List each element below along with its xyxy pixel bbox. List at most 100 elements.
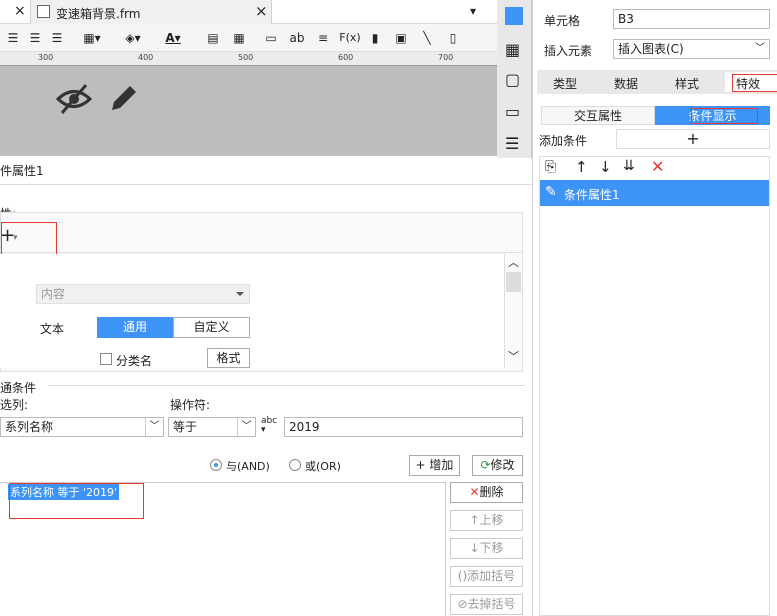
- cell-input[interactable]: B3: [613, 9, 770, 29]
- copy-icon[interactable]: ⎘: [545, 159, 556, 175]
- formula-icon[interactable]: F(x): [338, 28, 362, 48]
- delete-button[interactable]: ✕删除: [450, 482, 523, 503]
- tab-menu-icon[interactable]: ▾: [470, 4, 476, 18]
- vertical-toolbar: ▦ ▢ ▭ ☰: [497, 0, 532, 160]
- arrow-up-icon[interactable]: ↑: [575, 158, 588, 176]
- panel-title: 件属性1: [0, 164, 44, 178]
- chevron-down-icon[interactable]: ﹀: [755, 40, 765, 58]
- remove-paren-label: 去掉括号: [467, 597, 516, 611]
- arrow-down-icon: ↓: [469, 541, 480, 555]
- chevron-down-icon[interactable]: ﹀: [145, 418, 163, 436]
- list-icon[interactable]: ☰: [505, 134, 519, 153]
- text-icon[interactable]: ab: [287, 28, 307, 48]
- paren-icon: (): [457, 569, 468, 583]
- tab-type[interactable]: 类型: [553, 75, 577, 92]
- split-icon[interactable]: ▭: [262, 28, 280, 48]
- tab-style[interactable]: 样式: [675, 75, 699, 92]
- align-left-icon[interactable]: ☰: [4, 28, 22, 48]
- font-color-icon[interactable]: A▾: [158, 28, 188, 48]
- insert-select[interactable]: 插入图表(C) ﹀: [613, 39, 770, 59]
- condition-title: 通条件: [0, 381, 37, 395]
- plus-icon: +: [415, 458, 430, 472]
- align-center-icon[interactable]: ☰: [26, 28, 44, 48]
- image-icon[interactable]: ▣: [392, 28, 410, 48]
- list-item-label: 条件属性1: [564, 188, 620, 202]
- add-cond-label: 添加条件: [539, 134, 588, 148]
- property-sidebar: 单元格 B3 插入元素 插入图表(C) ﹀ 类型 数据 样式 特效 交互属性 条…: [532, 0, 777, 616]
- list-item-selected[interactable]: ✎ 条件属性1: [540, 180, 769, 206]
- table-icon[interactable]: ▦: [230, 28, 248, 48]
- delete-icon[interactable]: ✕: [651, 157, 664, 176]
- content-select[interactable]: 内容: [36, 284, 250, 304]
- operator-select[interactable]: 等于 ﹀: [168, 417, 256, 437]
- cell-label: 单元格: [544, 14, 581, 28]
- ruler-tick: 700: [438, 53, 454, 62]
- add-paren-button[interactable]: ()添加括号: [450, 566, 523, 587]
- paragraph-icon[interactable]: ≡: [314, 28, 332, 48]
- form-file-icon: [37, 5, 50, 18]
- modify-button-label: 修改: [490, 458, 515, 472]
- chevron-down-icon[interactable]: ﹀: [237, 418, 255, 436]
- close-icon[interactable]: ×: [14, 3, 26, 19]
- remove-paren-button[interactable]: ⊘去掉括号: [450, 594, 523, 615]
- highlight-box: [9, 483, 144, 519]
- arrow-up-icon: ↑: [469, 513, 480, 527]
- merge-icon[interactable]: ▤: [204, 28, 222, 48]
- operator-select-value: 等于: [173, 420, 198, 434]
- format-button[interactable]: 格式: [207, 348, 250, 368]
- subtab-interaction[interactable]: 交互属性: [541, 106, 655, 125]
- add-paren-label: 添加括号: [467, 569, 516, 583]
- tab-data[interactable]: 数据: [614, 75, 638, 92]
- move-down-button[interactable]: ↓下移: [450, 538, 523, 559]
- scroll-thumb[interactable]: [506, 272, 521, 292]
- and-radio[interactable]: [210, 459, 222, 471]
- move-bottom-icon[interactable]: ⇊: [623, 158, 635, 174]
- content-select-value: 内容: [41, 287, 66, 301]
- attr-content: [0, 254, 504, 368]
- file-tab-label: 变速箱背景.frm: [56, 7, 141, 21]
- value-input[interactable]: 2019: [284, 417, 523, 437]
- design-canvas[interactable]: [0, 66, 497, 156]
- condition-attr-list: [539, 156, 770, 616]
- fill-color-icon[interactable]: ◈▾: [118, 28, 148, 48]
- pencil-icon: ✎: [545, 184, 557, 200]
- align-right-icon[interactable]: ☰: [48, 28, 66, 48]
- eye-off-icon[interactable]: [56, 82, 92, 116]
- frame-icon[interactable]: ▢: [505, 70, 520, 89]
- widget-icon[interactable]: ▯: [444, 28, 462, 48]
- modify-button[interactable]: ⟳修改: [472, 455, 523, 476]
- vertical-scrollbar[interactable]: ︿ ﹀: [504, 254, 522, 368]
- highlight-box: [732, 74, 777, 92]
- op-label: 操作符:: [170, 398, 211, 412]
- or-radio[interactable]: [289, 459, 301, 471]
- border-icon[interactable]: ▦▾: [80, 28, 104, 48]
- dropdown-widget-icon[interactable]: ▭: [505, 102, 520, 121]
- move-up-button[interactable]: ↑上移: [450, 510, 523, 531]
- widget-settings-icon[interactable]: ▦: [505, 40, 520, 59]
- add-condition-button[interactable]: +: [616, 129, 770, 149]
- file-tab[interactable]: 变速箱背景.frm ×: [30, 0, 272, 24]
- value-type-icon[interactable]: abc ▾: [261, 417, 281, 435]
- seg-custom[interactable]: 自定义: [173, 317, 250, 338]
- move-up-label: 上移: [479, 513, 504, 527]
- add-button-label: 增加: [429, 458, 454, 472]
- move-down-label: 下移: [479, 541, 504, 555]
- tab-close-icon[interactable]: ×: [255, 2, 268, 20]
- column-select[interactable]: 系列名称 ﹀: [0, 417, 164, 437]
- layout-icon[interactable]: [505, 7, 523, 25]
- and-label: 与(AND): [226, 460, 270, 473]
- pencil-icon[interactable]: [108, 82, 140, 114]
- seg-common[interactable]: 通用: [97, 317, 173, 338]
- value-input-text: 2019: [289, 420, 320, 434]
- ruler-tick: 300: [38, 53, 54, 62]
- scroll-down-icon[interactable]: ﹀: [508, 348, 519, 364]
- highlight-box: [691, 108, 758, 124]
- arrow-down-icon[interactable]: ↓: [599, 158, 612, 176]
- add-button[interactable]: + 增加: [409, 455, 460, 476]
- slash-icon[interactable]: ╲: [418, 28, 436, 48]
- scroll-up-icon[interactable]: ︿: [508, 254, 519, 270]
- classname-checkbox[interactable]: [100, 353, 112, 365]
- ruler: 300 400 500 600 700: [0, 52, 497, 66]
- chart-icon[interactable]: ▮: [366, 28, 384, 48]
- text-label: 文本: [40, 322, 65, 336]
